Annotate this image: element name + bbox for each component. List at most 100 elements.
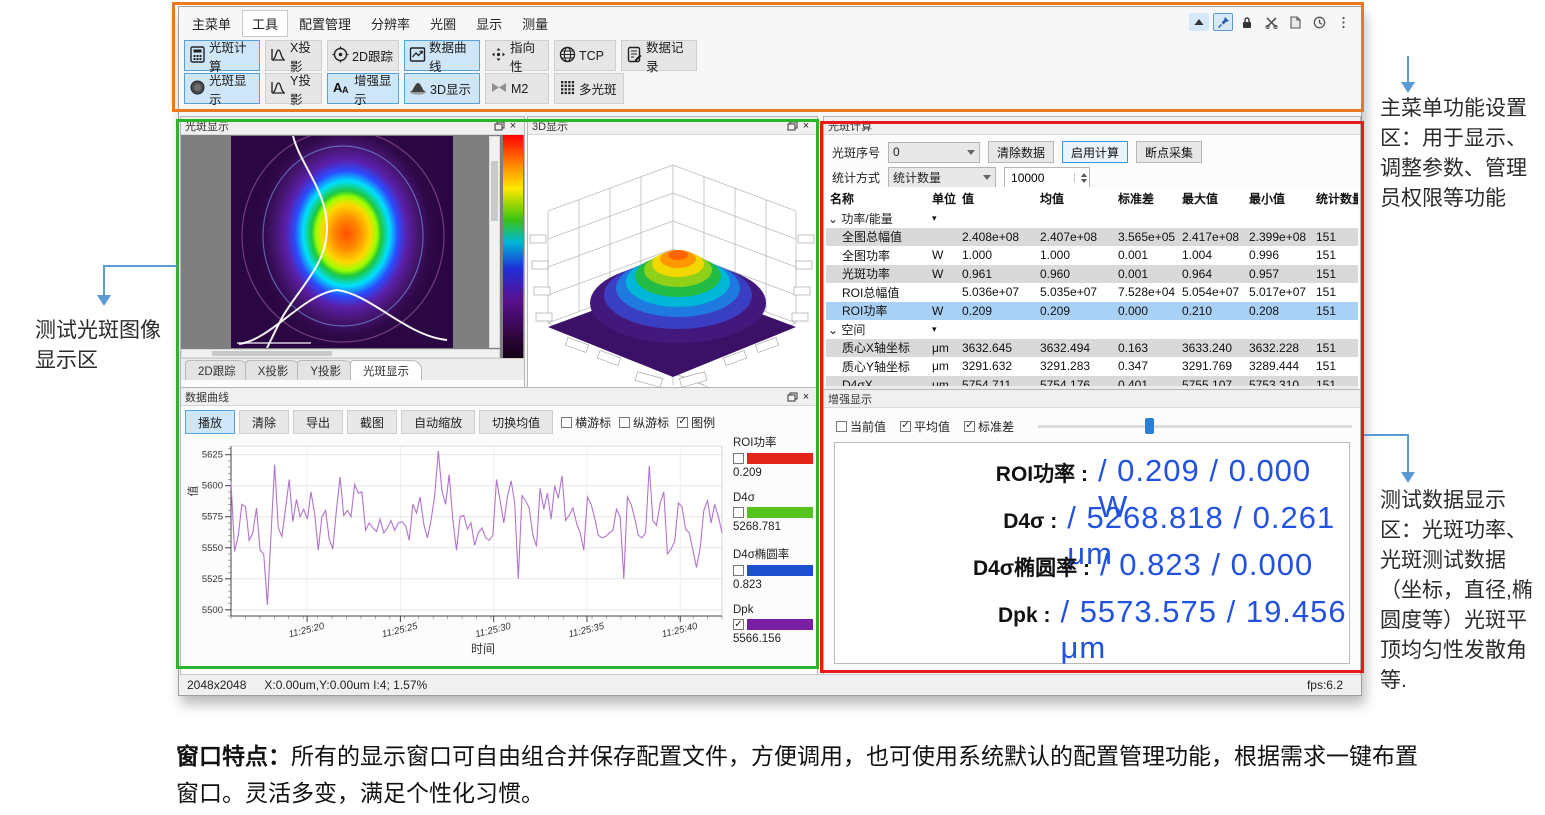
legend-checkbox[interactable] [733,453,744,464]
vertical-scrollbar[interactable] [489,136,500,348]
tab-Y投影[interactable]: Y投影 [297,360,354,380]
table-group-row[interactable]: ⌄ 空间▾ [826,320,1358,339]
toolbar-button[interactable]: 3D显示 [404,73,480,104]
tab-2D跟踪[interactable]: 2D跟踪 [185,360,249,380]
tab-光斑显示[interactable]: 光斑显示 [350,360,422,380]
table-group-row[interactable]: ⌄ 功率/能量▾ [826,209,1358,228]
svg-text:11:25:30: 11:25:30 [474,621,513,641]
enhanced-checkbox[interactable]: ✓标准差 [964,418,1014,435]
curve-button[interactable]: 导出 [293,410,343,434]
spot-display-titlebar: 光斑显示 × [181,117,524,135]
page: 主菜单工具配置管理分辨率光圈显示测量 光斑计算X投影2D跟踪数据曲线指向性TCP… [0,0,1545,815]
3d-surface-view[interactable] [528,135,817,391]
projection-icon [270,79,287,99]
projection-icon [270,46,287,66]
status-cursor-info: X:0.00um,Y:0.00um I:4; 1.57% [264,678,427,692]
beam-image[interactable] [231,136,453,348]
enhanced-slider[interactable] [1038,418,1352,434]
annotation-menu-area: 主菜单功能设置区：用于显示、调整参数、管理员权限等功能 [1380,94,1540,214]
spot-calc-controls-row1: 光斑序号 0 清除数据 启用计算 断点采集 [832,141,1202,163]
toolbar-button[interactable]: TCP [554,40,616,71]
horizontal-scrollbar[interactable] [181,349,500,358]
clear-data-button[interactable]: 清除数据 [988,141,1054,163]
cut-icon[interactable] [1261,13,1281,31]
legend-checkbox[interactable] [733,565,744,576]
readout-row: D4σ : / 5268.818 / 0.261 μm [835,500,1349,547]
curve-checkbox[interactable]: 横游标 [561,414,611,431]
toolbar-button[interactable]: Y投影 [265,73,322,104]
toolbar-button[interactable]: 指向性 [485,40,549,71]
curve-button[interactable]: 自动缩放 [401,410,475,434]
beam-overlays [231,136,453,348]
file-icon[interactable] [1285,13,1305,31]
legend-checkbox[interactable] [733,507,744,518]
svg-text:5550: 5550 [202,543,223,554]
curve-checkbox[interactable]: 纵游标 [619,414,669,431]
toolbar-button[interactable]: 数据曲线 [404,40,480,71]
toolbar-button[interactable]: 2D跟踪 [327,40,399,71]
stat-count-spinner[interactable]: 10000 [1004,167,1090,188]
readout-row: Dpk : / 5573.575 / 19.456 μm [835,594,1349,641]
legend-checkbox[interactable]: ✓ [733,619,744,630]
close-icon[interactable]: × [506,119,520,132]
table-row[interactable]: 光斑功率W0.9610.9600.0010.9640.957151 [826,265,1358,284]
spot-index-label: 光斑序号 [832,144,880,161]
table-row[interactable]: 质心X轴坐标μm3632.6453632.4940.1633633.240363… [826,339,1358,358]
toolbar-button[interactable]: 光斑显示 [184,73,260,104]
menu-item[interactable]: 主菜单 [183,11,240,36]
toolbar-button[interactable]: M2 [485,73,549,104]
menu-item[interactable]: 显示 [467,11,511,36]
spot-index-select[interactable]: 0 [888,142,980,163]
readout-row: ROI功率 : / 0.209 / 0.000 W [835,453,1349,500]
svg-text:11:25:40: 11:25:40 [661,621,700,641]
arrow-head [97,295,111,306]
arrow-line [1407,56,1409,82]
curve-button[interactable]: 截图 [347,410,397,434]
enhanced-checkbox[interactable]: ✓平均值 [900,418,950,435]
stat-mode-select[interactable]: 统计数量 [888,167,996,188]
menu-item[interactable]: 配置管理 [290,11,360,36]
toolbar-button[interactable]: 多光斑 [554,73,624,104]
toolbar-button[interactable]: X投影 [265,40,322,71]
toolbar-button[interactable]: AA增强显示 [327,73,399,104]
close-icon[interactable]: × [799,390,813,403]
menu-item[interactable]: 工具 [242,10,288,37]
table-row[interactable]: 全图功率W1.0001.0000.0011.0040.996151 [826,246,1358,265]
enable-calc-button[interactable]: 启用计算 [1062,141,1128,163]
toolbar-button[interactable]: 数据记录 [621,40,697,71]
curve-button[interactable]: 切换均值 [479,410,553,434]
close-icon[interactable]: × [799,119,813,132]
data-curve-toolbar: 播放清除导出截图自动缩放切换均值横游标纵游标 ✓图例 [185,410,715,434]
table-row[interactable]: ROI功率W0.2090.2090.0000.2100.208151 [826,302,1358,321]
breakpoint-button[interactable]: 断点采集 [1136,141,1202,163]
curve-button[interactable]: 播放 [185,410,235,434]
legend-item: D4σ椭圆率0.823 [733,546,813,591]
menu-item[interactable]: 光圈 [421,11,465,36]
lock-icon[interactable] [1237,13,1257,31]
curve-button[interactable]: 清除 [239,410,289,434]
svg-text:11:25:25: 11:25:25 [381,621,420,641]
curve-checkbox[interactable]: ✓图例 [677,414,715,431]
float-icon[interactable] [785,390,799,403]
table-row[interactable]: ROI总幅值5.036e+075.035e+077.528e+045.054e+… [826,283,1358,302]
float-icon[interactable] [785,119,799,132]
colorbar [503,135,523,358]
table-row[interactable]: D4σXμm5754.7115754.1760.4015755.1075753.… [826,376,1358,387]
legend-item: ROI功率0.209 [733,434,813,479]
menu-item[interactable]: 测量 [513,11,557,36]
tab-X投影[interactable]: X投影 [245,360,302,380]
bowtie-icon [490,79,508,99]
data-curve-title: 数据曲线 [185,389,229,405]
history-icon[interactable] [1309,13,1329,31]
pin-icon[interactable] [1213,13,1233,31]
legend-item: Dpk✓5566.156 [733,604,813,645]
toolbar-button[interactable]: 光斑计算 [184,40,260,71]
enhanced-checkbox[interactable]: 当前值 [836,418,886,435]
float-icon[interactable] [492,119,506,132]
stat-mode-label: 统计方式 [832,169,880,186]
menu-item[interactable]: 分辨率 [362,11,419,36]
more-icon[interactable] [1333,13,1353,31]
table-row[interactable]: 全图总幅值2.408e+082.407e+083.565e+052.417e+0… [826,228,1358,247]
collapse-icon[interactable] [1189,13,1209,31]
table-row[interactable]: 质心Y轴坐标μm3291.6323291.2830.3473291.769328… [826,357,1358,376]
